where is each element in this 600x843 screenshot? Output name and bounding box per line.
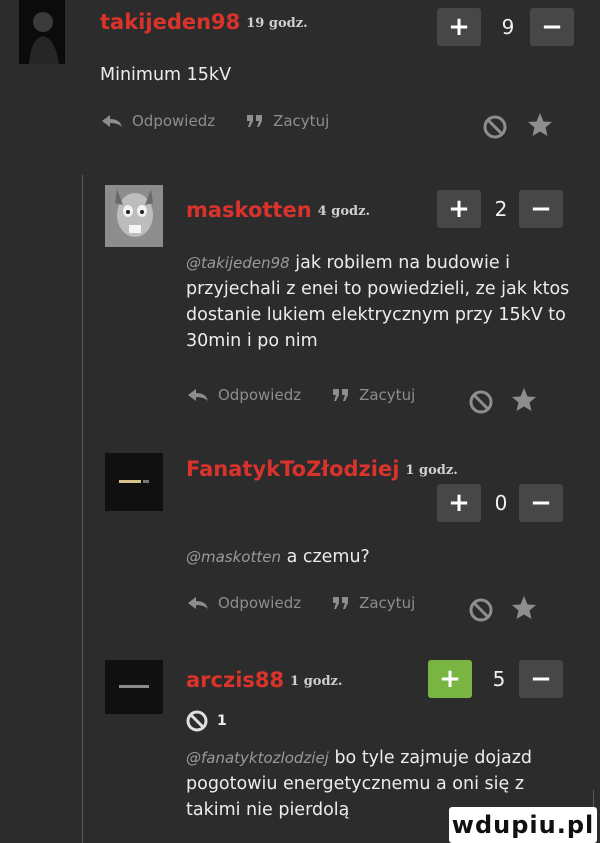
mention-link[interactable]: @maskotten <box>186 548 281 566</box>
quote-link[interactable]: Zacytuj <box>359 386 415 404</box>
report-icon[interactable] <box>482 114 508 140</box>
thread-line <box>82 175 83 843</box>
quote-icon <box>333 597 349 609</box>
report-icon[interactable] <box>468 389 494 415</box>
site-watermark: wdupiu.pl <box>449 807 597 843</box>
avatar[interactable] <box>105 453 163 511</box>
mention-link[interactable]: @takijeden98 <box>186 254 290 272</box>
avatar[interactable] <box>105 185 163 247</box>
username[interactable]: maskotten 4 godz. <box>186 198 370 222</box>
comment-actions: Odpowiedz Zacytuj <box>186 594 415 612</box>
reply-arrow-icon <box>188 389 208 401</box>
avatar-image <box>105 453 163 511</box>
timestamp: 1 godz. <box>405 463 458 478</box>
comment-text: @takijeden98 jak robilem na budowie i pr… <box>186 253 570 351</box>
downvote-button[interactable]: − <box>519 190 563 228</box>
quote-link[interactable]: Zacytuj <box>359 594 415 612</box>
comment-actions: Odpowiedz Zacytuj <box>100 112 329 130</box>
timestamp: 19 godz. <box>246 16 308 31</box>
username[interactable]: FanatykToZłodziej 1 godz. <box>186 457 458 481</box>
upvote-button[interactable]: + <box>437 190 481 228</box>
username[interactable]: takijeden98 19 godz. <box>100 10 308 34</box>
comment-actions: Odpowiedz Zacytuj <box>186 386 415 404</box>
upvote-button-active[interactable]: + <box>428 660 472 698</box>
avatar-image <box>19 0 65 64</box>
upvote-button[interactable]: + <box>437 484 481 522</box>
reply-link[interactable]: Odpowiedz <box>218 594 301 612</box>
username[interactable]: arczis88 1 godz. <box>186 668 342 692</box>
reply-link[interactable]: Odpowiedz <box>218 386 301 404</box>
downvote-button[interactable]: − <box>519 484 563 522</box>
reaction-count: 1 <box>217 713 227 729</box>
mention-link[interactable]: @fanatyktozlodziej <box>186 749 329 767</box>
vote-count: 5 <box>492 667 506 691</box>
quote-link[interactable]: Zacytuj <box>273 112 329 130</box>
report-icon[interactable] <box>468 597 494 623</box>
reaction-badge[interactable]: 1 <box>186 710 227 732</box>
quote-icon <box>247 115 263 127</box>
star-icon[interactable] <box>511 387 537 413</box>
comment-text: Minimum 15kV <box>100 65 232 85</box>
quote-icon <box>333 389 349 401</box>
avatar[interactable] <box>19 0 65 64</box>
downvote-button[interactable]: − <box>519 660 563 698</box>
avatar[interactable] <box>105 660 163 714</box>
star-icon[interactable] <box>511 595 537 621</box>
timestamp: 4 godz. <box>317 204 370 219</box>
timestamp: 1 godz. <box>290 674 343 689</box>
reply-arrow-icon <box>102 115 122 127</box>
star-icon[interactable] <box>527 112 553 138</box>
vote-count: 2 <box>494 197 508 221</box>
reply-link[interactable]: Odpowiedz <box>132 112 215 130</box>
vote-count: 9 <box>501 15 515 39</box>
vote-count: 0 <box>494 491 508 515</box>
downvote-button[interactable]: − <box>530 8 574 46</box>
reaction-icon <box>186 710 208 732</box>
reply-arrow-icon <box>188 597 208 609</box>
avatar-image <box>105 185 163 247</box>
upvote-button[interactable]: + <box>437 8 481 46</box>
avatar-image <box>105 660 163 714</box>
comment-text: @maskotten a czemu? <box>186 547 370 567</box>
